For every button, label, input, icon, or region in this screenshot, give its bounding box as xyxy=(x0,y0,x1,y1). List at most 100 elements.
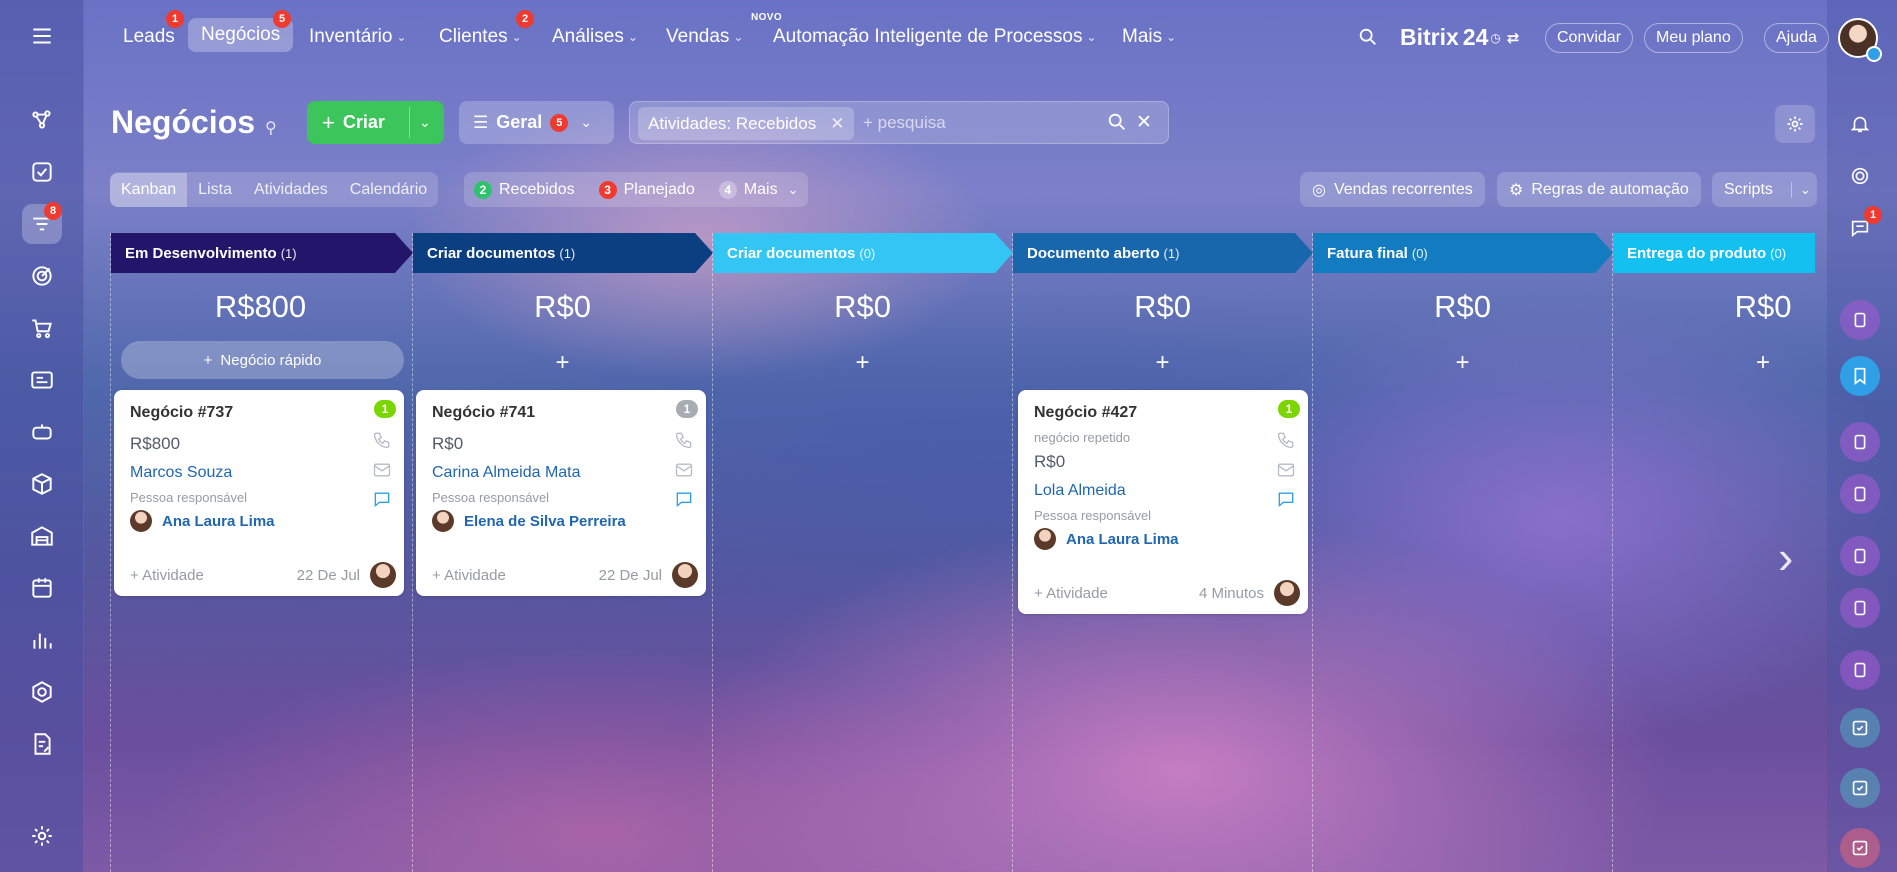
nav-clients[interactable]: Clientes ⌄ xyxy=(439,26,522,48)
shop-cart-icon[interactable] xyxy=(22,308,62,348)
hexagon-icon[interactable] xyxy=(22,672,62,712)
counter-received[interactable]: 2 Recebidos xyxy=(474,180,575,199)
crm-deals-icon[interactable]: 8 xyxy=(22,202,62,244)
column-header[interactable]: Criar documentos (1) xyxy=(413,233,713,273)
chat-avatar-3[interactable] xyxy=(1840,474,1880,514)
nav-clients-label: Clientes xyxy=(439,26,508,47)
deal-client[interactable]: Lola Almeida xyxy=(1034,482,1126,500)
nav-analytics[interactable]: Análises ⌄ xyxy=(552,26,638,48)
column-header[interactable]: Em Desenvolvimento (1) xyxy=(111,233,413,273)
chevron-down-icon[interactable]: ⌄ xyxy=(419,114,431,131)
responsible-person[interactable]: Elena de Silva Perreira xyxy=(432,510,626,532)
phone-icon[interactable] xyxy=(372,430,392,450)
chat-avatar-5[interactable] xyxy=(1840,588,1880,628)
recurring-sales-button[interactable]: ◎ Vendas recorrentes xyxy=(1300,172,1485,207)
add-deal-plus-icon[interactable]: + xyxy=(713,349,1012,377)
catalog-box-icon[interactable] xyxy=(22,464,62,504)
scroll-right-arrow-icon[interactable]: › xyxy=(1778,530,1793,584)
filter-chip[interactable]: Atividades: Recebidos ✕ xyxy=(638,107,855,140)
search-icon[interactable] xyxy=(1106,111,1128,138)
counter-planned[interactable]: 3 Planejado xyxy=(598,180,695,199)
quick-deal-button[interactable]: + Negócio rápido xyxy=(121,341,404,379)
help-button[interactable]: Ajuda xyxy=(1764,23,1829,53)
chat-avatar-6[interactable] xyxy=(1840,650,1880,690)
add-deal-plus-icon[interactable]: + xyxy=(1013,349,1312,377)
notifications-bell-icon[interactable] xyxy=(1840,104,1880,144)
bitrix24-logo[interactable]: Bitrix 24 ◷ ⇄ xyxy=(1400,24,1519,51)
add-deal-plus-icon[interactable]: + xyxy=(413,349,712,377)
task-check-icon-3[interactable] xyxy=(1840,828,1880,868)
goals-icon[interactable] xyxy=(22,256,62,296)
add-activity-link[interactable]: + Atividade xyxy=(432,567,506,584)
deal-card[interactable]: Negócio #737 1 R$800 Marcos Souza Pessoa… xyxy=(114,390,404,596)
email-icon[interactable] xyxy=(1276,460,1296,480)
avatar xyxy=(130,510,152,532)
column-header[interactable]: Criar documentos (0) xyxy=(713,233,1013,273)
chat-icon[interactable] xyxy=(674,489,694,509)
feed-icon[interactable] xyxy=(22,100,62,140)
chat-avatar-4[interactable] xyxy=(1840,536,1880,576)
deal-card[interactable]: Negócio #741 1 R$0 Carina Almeida Mata P… xyxy=(416,390,706,596)
view-calendar[interactable]: Calendário xyxy=(339,173,438,207)
tasks-icon[interactable] xyxy=(22,152,62,192)
view-activities[interactable]: Atividades xyxy=(243,173,339,207)
email-icon[interactable] xyxy=(372,460,392,480)
warehouse-icon[interactable] xyxy=(22,516,62,556)
view-list[interactable]: Lista xyxy=(187,173,243,207)
task-check-icon-1[interactable] xyxy=(1840,708,1880,748)
chat-icon[interactable] xyxy=(1276,489,1296,509)
my-plan-button[interactable]: Meu plano xyxy=(1644,23,1743,53)
column-header[interactable]: Documento aberto (1) xyxy=(1013,233,1313,273)
create-button[interactable]: + Criar ⌄ xyxy=(307,101,444,144)
add-deal-plus-icon[interactable]: + xyxy=(1613,349,1897,377)
clear-search-icon[interactable]: ✕ xyxy=(1136,111,1152,134)
nav-more[interactable]: Mais ⌄ xyxy=(1122,26,1176,48)
column-header[interactable]: Entrega do produto (0) xyxy=(1613,233,1815,273)
chat-avatar-2[interactable] xyxy=(1840,422,1880,462)
task-check-icon-2[interactable] xyxy=(1840,768,1880,808)
phone-icon[interactable] xyxy=(1276,430,1296,450)
responsible-person[interactable]: Ana Laura Lima xyxy=(1034,528,1179,550)
add-deal-plus-icon[interactable]: + xyxy=(1313,349,1612,377)
responsible-person[interactable]: Ana Laura Lima xyxy=(130,510,275,532)
search-input[interactable]: + pesquisa xyxy=(863,113,946,133)
email-icon[interactable] xyxy=(674,460,694,480)
nav-leads[interactable]: Leads xyxy=(123,26,175,48)
deal-name[interactable]: Negócio #737 xyxy=(130,404,233,422)
counter-more[interactable]: 4 Mais ⌄ xyxy=(718,180,798,199)
view-kanban[interactable]: Kanban xyxy=(110,172,188,207)
nav-sales[interactable]: Vendas ⌄ xyxy=(666,26,743,48)
deal-card[interactable]: Negócio #427 1 negócio repetido R$0 Lola… xyxy=(1018,390,1308,614)
scripts-button[interactable]: Scripts ⌄ xyxy=(1712,172,1817,207)
search-icon[interactable] xyxy=(1357,26,1379,53)
close-icon[interactable]: ✕ xyxy=(830,114,844,134)
filter-preset-button[interactable]: ☰ Geral 5 ⌄ xyxy=(459,101,614,144)
column-header[interactable]: Fatura final (0) xyxy=(1313,233,1613,273)
deal-name[interactable]: Negócio #427 xyxy=(1034,404,1137,422)
analytics-icon[interactable] xyxy=(22,620,62,660)
menu-icon[interactable] xyxy=(22,16,62,56)
phone-icon[interactable] xyxy=(674,430,694,450)
nav-inventory[interactable]: Inventário ⌄ xyxy=(309,26,407,48)
chat-icon[interactable] xyxy=(372,489,392,509)
deal-name[interactable]: Negócio #741 xyxy=(432,404,535,422)
deal-client[interactable]: Carina Almeida Mata xyxy=(432,464,581,482)
automation-rules-button[interactable]: ⚙ Regras de automação xyxy=(1497,172,1701,207)
nav-automation[interactable]: Automação Inteligente de Processos ⌄ xyxy=(773,26,1097,48)
column-count: (0) xyxy=(859,245,876,261)
pin-icon[interactable]: ⚲ xyxy=(265,120,277,137)
documents-sign-icon[interactable] xyxy=(22,724,62,764)
add-activity-link[interactable]: + Atividade xyxy=(1034,585,1108,602)
chevron-down-icon[interactable]: ⌄ xyxy=(1790,181,1811,198)
invite-button[interactable]: Convidar xyxy=(1545,23,1634,53)
settings-gear-icon[interactable] xyxy=(1775,105,1815,143)
messenger-icon[interactable]: 1 xyxy=(1840,206,1882,248)
automation-robot-icon[interactable] xyxy=(22,412,62,452)
settings-gear-icon[interactable] xyxy=(22,816,62,856)
search-bar[interactable]: Atividades: Recebidos ✕ + pesquisa ✕ xyxy=(629,101,1169,144)
add-activity-link[interactable]: + Atividade xyxy=(130,567,204,584)
copilot-icon[interactable] xyxy=(1840,156,1880,196)
sites-icon[interactable] xyxy=(22,360,62,400)
deal-client[interactable]: Marcos Souza xyxy=(130,464,232,482)
calendar-icon[interactable] xyxy=(22,568,62,608)
